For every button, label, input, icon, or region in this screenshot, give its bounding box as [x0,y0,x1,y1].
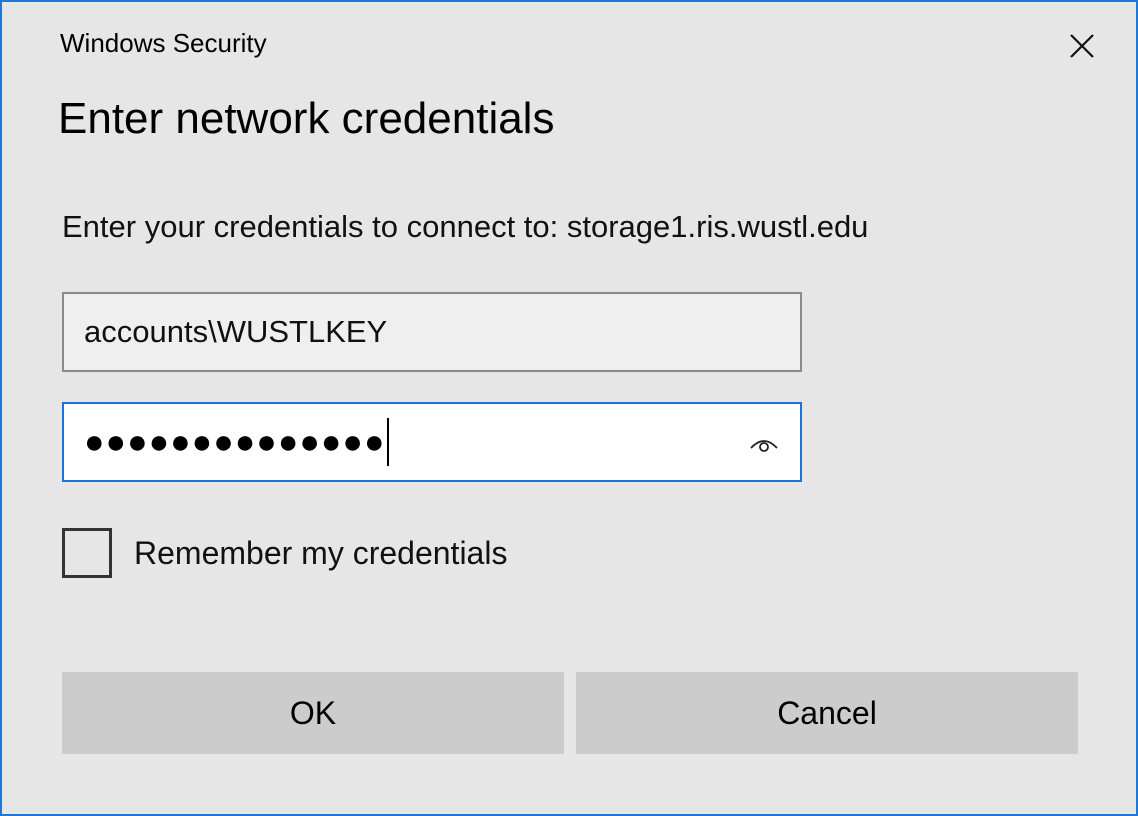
password-field[interactable]: ●●●●●●●●●●●●●● [62,402,802,482]
remember-label: Remember my credentials [134,534,508,571]
window-title: Windows Security [60,28,267,58]
dialog-heading: Enter network credentials [58,94,555,143]
connect-message: Enter your credentials to connect to: st… [62,209,869,244]
username-value: accounts\WUSTLKEY [84,314,388,349]
password-masked-value: ●●●●●●●●●●●●●● [84,422,386,461]
ok-button[interactable]: OK [62,672,564,754]
remember-checkbox[interactable] [62,528,112,578]
credentials-dialog: Windows Security Enter network credentia… [0,0,1138,816]
reveal-password-button[interactable] [746,426,782,462]
username-field[interactable]: accounts\WUSTLKEY [62,292,802,372]
remember-credentials-option[interactable]: Remember my credentials [62,528,507,578]
eye-icon [750,440,778,452]
cancel-button[interactable]: Cancel [576,672,1078,754]
close-button[interactable] [1058,24,1106,68]
close-icon [1070,34,1094,58]
text-caret [386,418,389,466]
